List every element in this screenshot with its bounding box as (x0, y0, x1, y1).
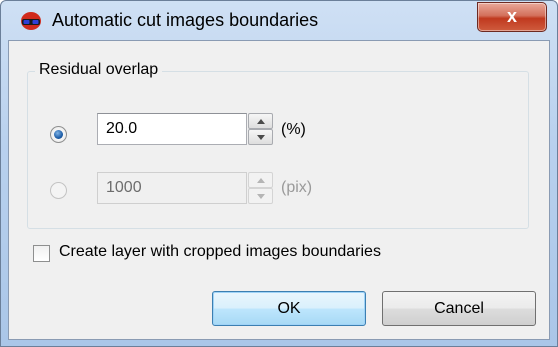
percent-radio[interactable] (50, 126, 67, 143)
pix-stepper[interactable] (248, 172, 273, 204)
window-title: Automatic cut images boundaries (52, 10, 319, 30)
pix-unit-label: (pix) (281, 179, 313, 196)
pix-radio[interactable] (50, 182, 67, 199)
ok-button[interactable]: OK (212, 291, 366, 326)
pix-step-down-button[interactable] (248, 188, 273, 204)
spin-down-arrow-icon (257, 135, 265, 140)
cancel-button[interactable]: Cancel (382, 291, 536, 326)
pix-input[interactable]: 1000 (97, 172, 247, 204)
percent-input[interactable]: 20.0 (97, 113, 247, 145)
red-3d-glasses-icon (21, 12, 41, 30)
title-bar[interactable]: Automatic cut images boundaries x (0, 0, 558, 40)
spin-up-arrow-icon (257, 119, 265, 124)
spin-down-arrow-icon (257, 194, 265, 199)
spin-up-arrow-icon (257, 178, 265, 183)
create-layer-checkbox[interactable] (33, 245, 50, 262)
percent-step-down-button[interactable] (248, 129, 273, 145)
dialog-client-area: Residual overlap 20.0 (%) 1000 (pix) Cre… (8, 40, 550, 340)
create-layer-checkbox-label[interactable]: Create layer with cropped images boundar… (59, 243, 381, 261)
percent-stepper[interactable] (248, 113, 273, 145)
percent-unit-label: (%) (281, 121, 306, 138)
radio-selected-dot (54, 130, 63, 139)
percent-step-up-button[interactable] (248, 113, 273, 129)
close-button[interactable]: x (477, 2, 547, 32)
close-icon: x (506, 6, 517, 26)
dialog-window: Automatic cut images boundaries x Residu… (0, 0, 558, 347)
pix-step-up-button[interactable] (248, 172, 273, 188)
residual-overlap-group (27, 71, 529, 229)
residual-overlap-group-label: Residual overlap (35, 61, 163, 79)
